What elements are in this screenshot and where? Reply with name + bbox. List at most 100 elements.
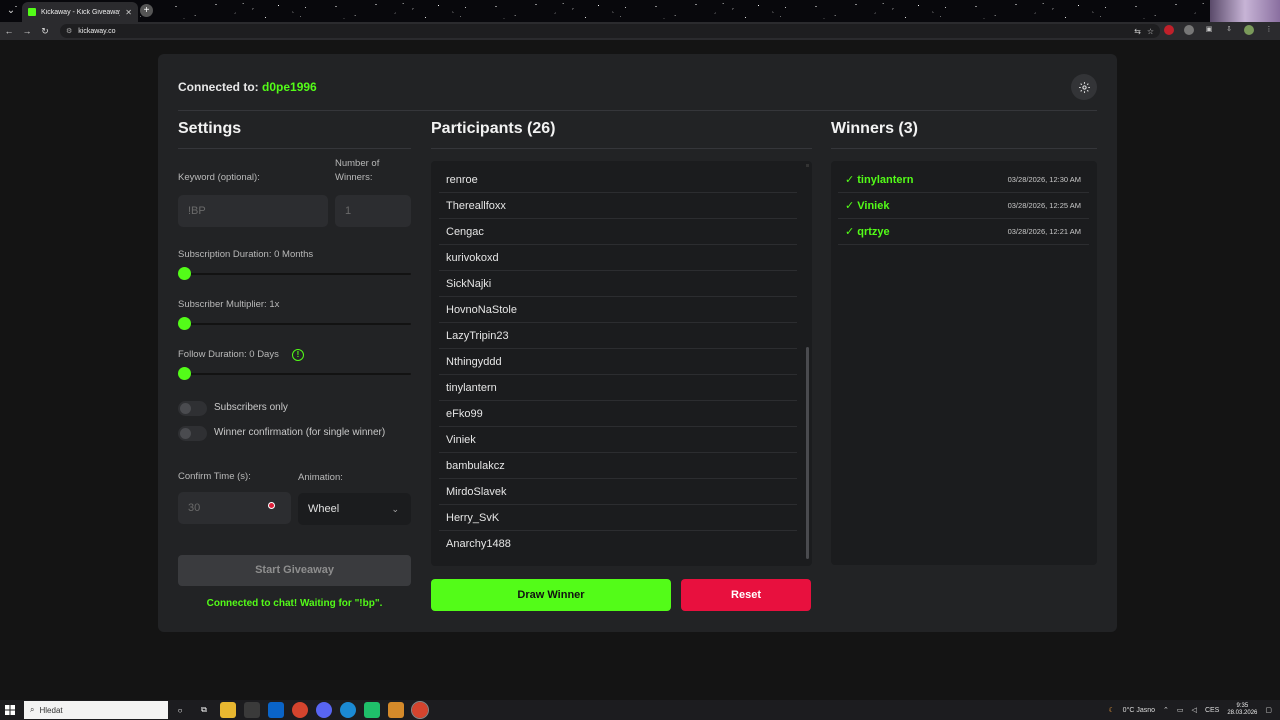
search-icon: ⌕	[30, 705, 35, 714]
subscriber-multiplier-slider[interactable]	[178, 323, 411, 325]
connected-username: d0pe1996	[262, 80, 317, 94]
edge-icon[interactable]	[340, 702, 356, 718]
subscription-duration-thumb[interactable]	[178, 267, 191, 280]
winner-timestamp: 03/28/2026, 12:21 AM	[1007, 227, 1081, 236]
extension-icon[interactable]	[1184, 25, 1194, 35]
taskbar-search-placeholder: Hledat	[39, 705, 63, 715]
tab-search-icon[interactable]: ⌄	[4, 4, 18, 18]
volume-icon[interactable]: ◁	[1192, 706, 1197, 714]
browser-tabbar: ⌄ Kickaway - Kick Giveaway Tool ✕ +	[0, 0, 1280, 22]
forward-icon[interactable]: →	[18, 26, 36, 36]
subscription-duration-label: Subscription Duration: 0 Months	[178, 249, 314, 260]
info-alert-icon[interactable]: !	[292, 349, 304, 361]
draw-winner-button[interactable]: Draw Winner	[431, 579, 671, 611]
chrome-icon[interactable]	[292, 702, 308, 718]
list-item: Anarchy1488	[446, 538, 511, 550]
follow-duration-label: Follow Duration: 0 Days	[178, 349, 279, 360]
winners-count-label-line1: Number of	[335, 158, 380, 169]
not-allowed-cursor-icon	[268, 502, 275, 509]
weather-icon[interactable]: ☾	[1108, 706, 1114, 714]
downloads-icon[interactable]: ⇩	[1224, 25, 1234, 35]
reset-button[interactable]: Reset	[681, 579, 811, 611]
task-view-icon[interactable]: ⧉	[196, 702, 212, 718]
puzzle-icon[interactable]: ▣	[1204, 25, 1214, 35]
url-text: kickaway.co	[78, 27, 116, 35]
tab-title: Kickaway - Kick Giveaway Tool	[41, 8, 121, 16]
list-item: Cengac	[439, 219, 797, 245]
list-item: MirdoSlavek	[439, 479, 797, 505]
winner-timestamp: 03/28/2026, 12:25 AM	[1007, 201, 1081, 210]
close-icon[interactable]: ✕	[125, 8, 132, 17]
keyword-label: Keyword (optional):	[178, 172, 260, 183]
subscriber-multiplier-label: Subscriber Multiplier: 1x	[178, 299, 280, 310]
extensions: ▣ ⇩ ⋮	[1164, 25, 1274, 35]
new-tab-button[interactable]: +	[140, 4, 153, 17]
translate-icon[interactable]: ⇆	[1134, 27, 1141, 36]
winner-name: ✓ Viniek	[845, 200, 890, 212]
settings-title: Settings	[178, 120, 242, 137]
clock-date: 28.03.2026	[1227, 710, 1258, 716]
windows-start-icon[interactable]	[0, 700, 20, 720]
browser-tab[interactable]: Kickaway - Kick Giveaway Tool ✕	[22, 2, 138, 22]
animation-label: Animation:	[298, 472, 343, 483]
scrollbar-arrow[interactable]	[806, 164, 809, 167]
winner-name: ✓ qrtzye	[845, 226, 890, 238]
settings-button[interactable]	[1071, 74, 1097, 100]
giveaway-card: Connected to: d0pe1996 Settings Keyword …	[158, 54, 1117, 632]
file-explorer-icon[interactable]	[220, 702, 236, 718]
winner-row: ✓ tinylantern 03/28/2026, 12:30 AM	[838, 167, 1089, 193]
animation-select[interactable]: Wheel ⌄	[298, 493, 411, 525]
avatar[interactable]	[1244, 25, 1254, 35]
participants-scrollbar[interactable]	[806, 347, 809, 559]
app-icon[interactable]	[388, 702, 404, 718]
site-info-icon[interactable]: ⚙	[66, 27, 72, 35]
subscriber-multiplier-thumb[interactable]	[178, 317, 191, 330]
extension-icon[interactable]	[1164, 25, 1174, 35]
start-giveaway-button[interactable]: Start Giveaway	[178, 555, 411, 586]
network-icon[interactable]: ▭	[1177, 706, 1184, 714]
keyword-input[interactable]: !BP	[178, 195, 328, 227]
subscribers-only-toggle[interactable]	[178, 401, 207, 416]
kick-favicon-icon	[28, 8, 36, 16]
chevron-down-icon: ⌄	[391, 504, 399, 514]
subscription-duration-slider[interactable]	[178, 273, 411, 275]
list-item: Viniek	[439, 427, 797, 453]
participants-list[interactable]: renroe Thereallfoxx Cengac kurivokoxd Si…	[431, 161, 812, 566]
bookmark-star-icon[interactable]: ☆	[1147, 27, 1154, 36]
list-item: Nthingyddd	[439, 349, 797, 375]
taskbar: ⌕ Hledat ○ ⧉ ☾ 0°C Jasno ⌃ ▭ ◁ CES 9:35 …	[0, 700, 1280, 720]
chrome-active-icon[interactable]	[411, 701, 429, 719]
clock[interactable]: 9:35 28.03.2026	[1227, 703, 1257, 717]
outlook-icon[interactable]	[268, 702, 284, 718]
winners-count-label-line2: Winners:	[335, 172, 373, 183]
taskbar-search-input[interactable]: ⌕ Hledat	[24, 701, 168, 719]
app-icon[interactable]	[364, 702, 380, 718]
winners-count-input[interactable]: 1	[335, 195, 411, 227]
reload-icon[interactable]: ↻	[36, 26, 54, 37]
menu-dots-icon[interactable]: ⋮	[1264, 25, 1274, 35]
winner-confirmation-toggle[interactable]	[178, 426, 207, 441]
address-bar[interactable]: ⚙ kickaway.co ⇆ ☆	[60, 24, 1160, 38]
list-item: LazyTripin23	[439, 323, 797, 349]
follow-duration-slider[interactable]	[178, 373, 411, 375]
confirm-time-input[interactable]: 30	[178, 492, 291, 524]
follow-duration-thumb[interactable]	[178, 367, 191, 380]
list-item: bambulakcz	[439, 453, 797, 479]
chevron-up-icon[interactable]: ⌃	[1163, 706, 1169, 714]
list-item: renroe	[439, 167, 797, 193]
nebula-background	[1210, 0, 1280, 22]
weather-text[interactable]: 0°C Jasno	[1123, 707, 1155, 714]
winner-confirmation-label: Winner confirmation (for single winner)	[214, 427, 386, 438]
starfield-background	[0, 0, 1280, 22]
cortana-icon[interactable]: ○	[172, 702, 188, 718]
winner-row: ✓ qrtzye 03/28/2026, 12:21 AM	[838, 219, 1089, 245]
notifications-icon[interactable]: ▢	[1265, 706, 1272, 714]
settings-divider	[178, 148, 411, 149]
lang-indicator[interactable]: CES	[1205, 707, 1219, 714]
back-icon[interactable]: ←	[0, 26, 18, 36]
animation-selected-value: Wheel	[308, 503, 340, 515]
winner-timestamp: 03/28/2026, 12:30 AM	[1007, 175, 1081, 184]
taskbar-apps: ○ ⧉	[172, 701, 429, 719]
store-icon[interactable]	[244, 702, 260, 718]
discord-icon[interactable]	[316, 702, 332, 718]
